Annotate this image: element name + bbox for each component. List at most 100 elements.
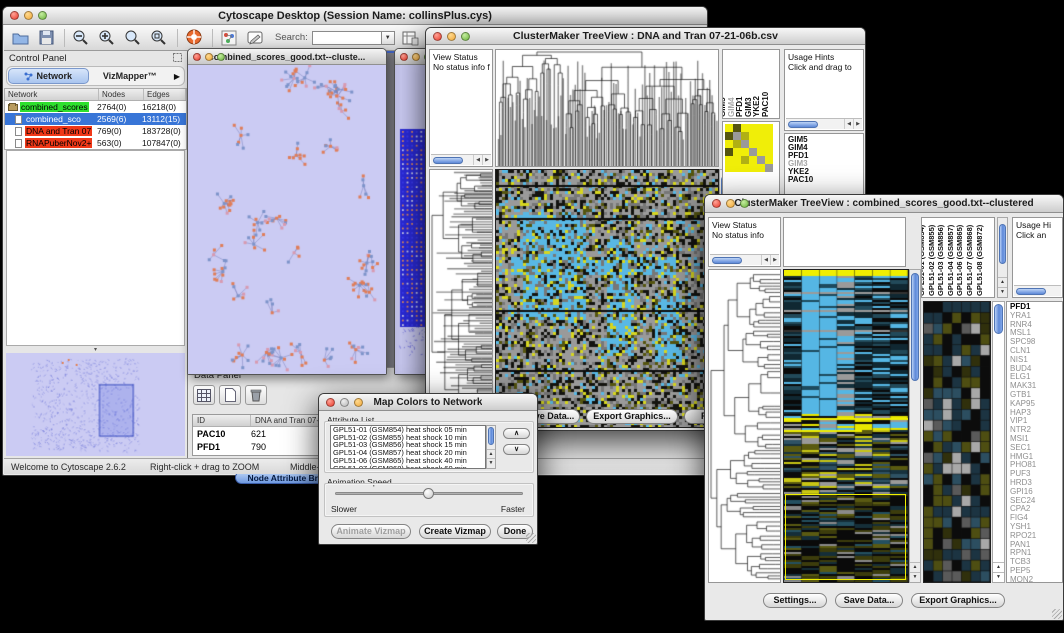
network-table-row[interactable]: combined_sco2569(6)13112(15) xyxy=(5,113,186,125)
window-controls[interactable] xyxy=(712,199,749,208)
attribute-list-item[interactable]: GPL51-07 (GSM868) heat shock 60 min xyxy=(331,465,485,469)
resize-grip[interactable] xyxy=(526,533,536,543)
minimize-button[interactable] xyxy=(340,398,349,407)
tab-vizmapper[interactable]: VizMapper™ xyxy=(91,68,170,84)
search-input[interactable] xyxy=(312,31,382,45)
vizmapper-icon[interactable] xyxy=(219,28,239,48)
network-view-window[interactable]: combined_scores_good.txt--cluste... xyxy=(187,48,387,375)
attribute-list[interactable]: GPL51-01 (GSM854) heat shock 05 minGPL51… xyxy=(330,425,486,469)
scroll-down-arrow-icon[interactable]: ▼ xyxy=(998,287,1007,297)
button-create-vizmap[interactable]: Create Vizmap xyxy=(419,524,491,539)
zoom-selected-icon[interactable] xyxy=(149,28,169,48)
zoom-out-icon[interactable] xyxy=(71,28,91,48)
window-controls[interactable] xyxy=(433,32,470,41)
scroll-left-arrow-icon[interactable]: ◀ xyxy=(761,255,770,265)
tv2-row-dendrogram-panel[interactable] xyxy=(708,269,781,583)
tv1-heatmap[interactable] xyxy=(495,169,719,428)
tv2-zoom-heatmap[interactable] xyxy=(923,301,991,583)
zoom-button[interactable] xyxy=(38,11,47,20)
network-table-header[interactable]: Network Nodes Edges xyxy=(5,89,186,101)
tv1-row-dendrogram-panel[interactable] xyxy=(429,169,493,428)
annotation-icon[interactable] xyxy=(245,28,265,48)
close-button[interactable] xyxy=(712,199,721,208)
zoom-heatmap-canvas[interactable] xyxy=(924,302,990,582)
network-tree-area[interactable] xyxy=(6,150,185,346)
select-attributes-icon[interactable] xyxy=(193,385,215,405)
scrollbar-thumb[interactable] xyxy=(911,273,919,381)
button-animate-vizmap[interactable]: Animate Vizmap xyxy=(331,524,411,539)
scroll-down-arrow-icon[interactable]: ▼ xyxy=(993,572,1004,582)
open-file-icon[interactable] xyxy=(10,28,30,48)
window-controls[interactable] xyxy=(10,11,47,20)
zoom-in-icon[interactable] xyxy=(97,28,117,48)
row-dendrogram-canvas[interactable] xyxy=(430,170,492,427)
dialog-titlebar[interactable]: Map Colors to Network xyxy=(319,394,537,411)
button-settings[interactable]: Settings... xyxy=(763,593,827,608)
scrollbar-thumb[interactable] xyxy=(999,224,1006,264)
heatmap-canvas[interactable] xyxy=(784,270,908,582)
scrollbar-thumb[interactable] xyxy=(1016,288,1046,295)
zoom-fit-icon[interactable] xyxy=(123,28,143,48)
button-save-data[interactable]: Save Data... xyxy=(835,593,903,608)
attribute-browser-icon[interactable] xyxy=(401,28,421,48)
mini-hscrollbar[interactable]: ◀▶ xyxy=(786,118,862,129)
tv2-gene-vscrollbar[interactable]: ▲ ▼ xyxy=(992,301,1005,583)
close-button[interactable] xyxy=(433,32,442,41)
tv2-column-dendrogram-panel[interactable] xyxy=(783,217,906,267)
panel-splitter[interactable]: ▾ xyxy=(4,346,187,353)
scroll-right-arrow-icon[interactable]: ▶ xyxy=(853,119,862,129)
main-titlebar[interactable]: Cytoscape Desktop (Session Name: collins… xyxy=(3,7,707,25)
float-panel-icon[interactable] xyxy=(173,53,182,65)
heatmap-canvas[interactable] xyxy=(496,170,718,427)
mini-hscrollbar[interactable]: ◀▶ xyxy=(431,154,491,165)
tab-network[interactable]: Network xyxy=(8,68,89,84)
scrollbar-thumb[interactable] xyxy=(433,157,463,164)
scroll-up-arrow-icon[interactable]: ▲ xyxy=(993,562,1004,572)
button-export-graphics[interactable]: Export Graphics... xyxy=(911,593,1005,608)
close-button[interactable] xyxy=(400,53,408,61)
minimize-button[interactable] xyxy=(412,53,420,61)
zoom-button[interactable] xyxy=(354,398,363,407)
similarity-matrix[interactable] xyxy=(725,124,773,172)
save-icon[interactable] xyxy=(36,28,56,48)
mini-hscrollbar[interactable]: ◀▶ xyxy=(710,254,779,265)
close-button[interactable] xyxy=(10,11,19,20)
network-table-row[interactable]: RNAPuberNov2+563(0)107847(0) xyxy=(5,137,186,149)
network-table-row[interactable]: combined_scores2764(0)16218(0) xyxy=(5,101,186,113)
zoom-button[interactable] xyxy=(217,53,225,61)
window-controls[interactable] xyxy=(326,398,363,407)
move-down-button[interactable]: ∨ xyxy=(503,444,530,455)
tv1-column-dendrogram-panel[interactable] xyxy=(495,49,719,167)
tv2-heatmap[interactable] xyxy=(783,269,909,583)
scrollbar-thumb[interactable] xyxy=(488,427,494,445)
scroll-up-arrow-icon[interactable]: ▲ xyxy=(910,562,920,572)
button-export-graphics[interactable]: Export Graphics... xyxy=(586,409,678,424)
treeview1-titlebar[interactable]: ClusterMaker TreeView : DNA and Tran 07-… xyxy=(426,28,865,45)
scroll-left-arrow-icon[interactable]: ◀ xyxy=(844,119,853,129)
minimize-button[interactable] xyxy=(24,11,33,20)
help-lifering-icon[interactable] xyxy=(184,28,204,48)
zoom-button[interactable] xyxy=(740,199,749,208)
row-dendrogram-canvas[interactable] xyxy=(709,270,780,582)
network-table-row[interactable]: DNA and Tran 07769(0)183728(0) xyxy=(5,125,186,137)
map-colors-dialog[interactable]: Map Colors to Network Attribute List GPL… xyxy=(318,393,538,545)
treeview2-titlebar[interactable]: ClusterMaker TreeView : combined_scores_… xyxy=(705,195,1063,213)
scroll-right-arrow-icon[interactable]: ▶ xyxy=(770,255,779,265)
column-dendrogram-canvas[interactable] xyxy=(496,50,718,166)
minimize-button[interactable] xyxy=(447,32,456,41)
scroll-down-arrow-icon[interactable]: ▼ xyxy=(487,458,495,468)
network-canvas[interactable] xyxy=(188,65,386,374)
attribute-list-vscrollbar[interactable]: ▲ ▼ xyxy=(486,425,496,469)
close-button[interactable] xyxy=(326,398,335,407)
scroll-down-arrow-icon[interactable]: ▼ xyxy=(910,572,920,582)
close-button[interactable] xyxy=(193,53,201,61)
treeview2-window[interactable]: ClusterMaker TreeView : combined_scores_… xyxy=(704,194,1064,621)
network-overview-canvas[interactable] xyxy=(6,353,185,456)
scroll-up-arrow-icon[interactable]: ▲ xyxy=(998,277,1007,287)
move-up-button[interactable]: ∧ xyxy=(503,428,530,439)
new-attribute-icon[interactable] xyxy=(219,385,241,405)
scrollbar-thumb[interactable] xyxy=(712,257,742,264)
scroll-right-arrow-icon[interactable]: ▶ xyxy=(482,155,491,165)
minimize-button[interactable] xyxy=(726,199,735,208)
tv2-collabel-vscrollbar[interactable]: ▲ ▼ xyxy=(997,217,1008,298)
